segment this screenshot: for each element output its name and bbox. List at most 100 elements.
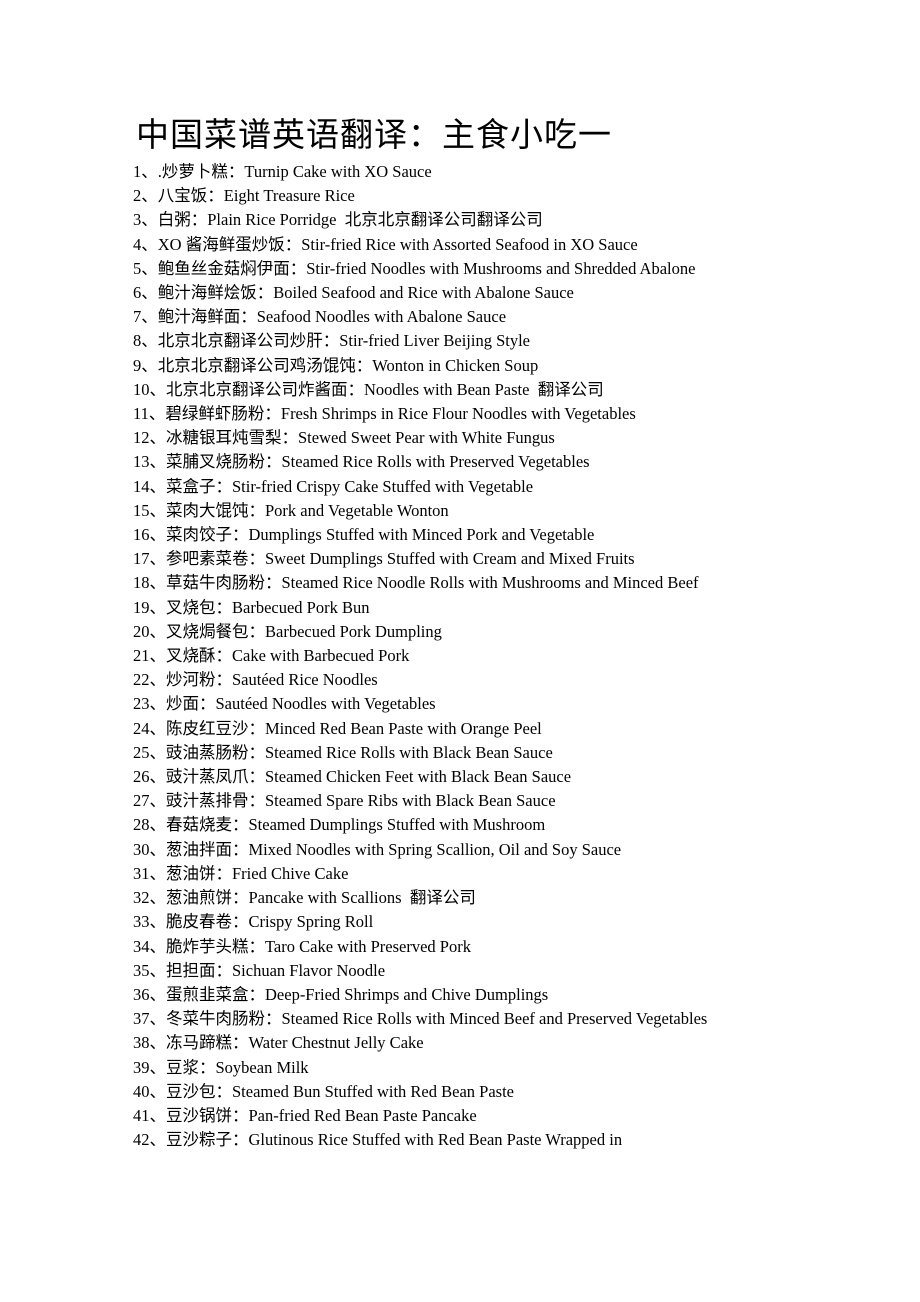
recipe-item-colon: ： [227, 162, 245, 181]
recipe-item-chinese-name: .炒萝卜糕 [157, 162, 228, 181]
recipe-list-item: 40、豆沙包：Steamed Bun Stuffed with Red Bean… [133, 1080, 753, 1104]
recipe-item-colon: ： [322, 331, 340, 351]
recipe-list-item: 41、豆沙锅饼：Pan-fried Red Bean Paste Pancake [133, 1104, 753, 1128]
recipe-item-chinese-name: 菜脯叉烧肠粉 [166, 452, 265, 472]
recipe-item-chinese-name: 碧绿鲜虾肠粉 [165, 404, 265, 424]
recipe-item-chinese-name: 叉烧酥 [166, 646, 216, 666]
recipe-item-index: 32 [133, 888, 150, 908]
recipe-item-separator: 、 [141, 307, 158, 327]
recipe-item-index: 2 [133, 186, 142, 206]
recipe-item-index: 8 [133, 331, 142, 351]
recipe-item-separator: 、 [149, 742, 167, 762]
recipe-item-colon: ： [232, 1130, 249, 1150]
recipe-item-colon: ： [264, 404, 281, 424]
recipe-item-chinese-name: 叉烧焗餐包 [166, 621, 249, 641]
recipe-item-separator: 、 [149, 670, 167, 690]
recipe-list-item: 12、冰糖银耳炖雪梨：Stewed Sweet Pear with White … [133, 426, 753, 450]
recipe-item-colon: ： [248, 767, 266, 787]
recipe-list-item: 6、鲍汁海鲜烩饭：Boiled Seafood and Rice with Ab… [133, 281, 753, 305]
recipe-item-chinese-name: 八宝饭 [157, 186, 208, 206]
recipe-item-colon: ： [265, 452, 282, 472]
recipe-item-index: 18 [133, 573, 150, 593]
recipe-item-separator: 、 [149, 960, 167, 980]
recipe-item-index: 27 [133, 791, 150, 811]
recipe-item-chinese-name: 草菇牛肉肠粉 [166, 573, 265, 593]
recipe-item-chinese-name: 菜肉大馄饨 [166, 500, 249, 520]
recipe-item-colon: ： [248, 621, 266, 641]
recipe-item-english-name: Steamed Chicken Feet with Black Bean Sau… [265, 767, 572, 787]
recipe-item-colon: ： [215, 597, 233, 617]
recipe-item-english-name: Sautéed Rice Noodles [232, 670, 378, 690]
recipe-item-colon: ： [248, 936, 266, 956]
recipe-item-chinese-name: 北京北京翻译公司炒肝 [157, 331, 323, 351]
recipe-item-colon: ： [248, 742, 266, 762]
recipe-item-index: 36 [133, 984, 150, 1004]
recipe-item-note: 翻译公司 [401, 888, 476, 908]
recipe-item-chinese-name: 叉烧包 [166, 597, 216, 617]
recipe-item-english-name: Seafood Noodles with Abalone Sauce [256, 307, 507, 327]
recipe-item-english-name: Steamed Spare Ribs with Black Bean Sauce [265, 791, 556, 811]
recipe-list-item: 18、草菇牛肉肠粉：Steamed Rice Noodle Rolls with… [133, 571, 753, 595]
recipe-item-separator: 、 [149, 984, 167, 1004]
recipe-item-colon: ： [289, 258, 307, 278]
recipe-list-item: 32、葱油煎饼：Pancake with Scallions 翻译公司 [133, 886, 753, 910]
recipe-item-english-name: Minced Red Bean Paste with Orange Peel [265, 718, 542, 738]
recipe-item-index: 19 [133, 597, 150, 617]
recipe-item-separator: 、 [149, 1057, 167, 1077]
recipe-item-index: 37 [133, 1009, 150, 1029]
recipe-item-chinese-name: 冻马蹄糕 [166, 1033, 232, 1053]
recipe-item-colon: ： [232, 839, 249, 859]
recipe-item-separator: 、 [149, 549, 167, 569]
recipe-item-english-name: Taro Cake with Preserved Pork [265, 936, 471, 956]
recipe-list-item: 1、.炒萝卜糕：Turnip Cake with XO Sauce [133, 160, 753, 184]
recipe-item-english-name: Steamed Rice Rolls with Black Bean Sauce [265, 742, 553, 762]
recipe-list-item: 17、参吧素菜卷：Sweet Dumplings Stuffed with Cr… [133, 547, 753, 571]
recipe-item-chinese-name: 豉油蒸肠粉 [166, 742, 249, 762]
recipe-item-english-name: Wonton in Chicken Soup [372, 355, 539, 375]
recipe-item-separator: 、 [149, 500, 167, 520]
recipe-item-chinese-name: 参吧素菜卷 [166, 549, 249, 569]
recipe-item-separator: 、 [149, 1130, 167, 1150]
recipe-item-index: 7 [133, 307, 142, 327]
recipe-item-colon: ： [232, 1105, 249, 1125]
recipe-item-chinese-name: 北京北京翻译公司炸酱面 [166, 379, 348, 399]
recipe-item-index: 38 [133, 1033, 150, 1053]
recipe-item-colon: ： [248, 500, 266, 520]
recipe-list-item: 23、炒面：Sautéed Noodles with Vegetables [133, 692, 753, 716]
recipe-item-english-name: Dumplings Stuffed with Minced Pork and V… [248, 525, 595, 545]
recipe-item-colon: ： [232, 912, 249, 932]
recipe-item-english-name: Stir-fried Rice with Assorted Seafood in… [301, 234, 638, 254]
recipe-item-colon: ： [215, 960, 233, 980]
recipe-item-index: 35 [133, 960, 150, 980]
recipe-item-index: 5 [133, 258, 142, 278]
recipe-item-english-name: Stir-fried Noodles with Mushrooms and Sh… [306, 258, 696, 278]
recipe-item-index: 40 [133, 1081, 150, 1101]
recipe-item-separator: 、 [149, 791, 167, 811]
recipe-list-item: 5、鲍鱼丝金菇焖伊面：Stir-fried Noodles with Mushr… [133, 257, 753, 281]
recipe-item-colon: ： [232, 1033, 249, 1053]
recipe-item-colon: ： [347, 379, 365, 399]
recipe-item-chinese-name: 白粥 [157, 210, 191, 230]
recipe-item-colon: ： [355, 355, 373, 375]
recipe-list-item: 30、葱油拌面：Mixed Noodles with Spring Scalli… [133, 838, 753, 862]
recipe-item-english-name: Stir-fried Crispy Cake Stuffed with Vege… [232, 476, 534, 496]
recipe-list-item: 39、豆浆：Soybean Milk [133, 1056, 753, 1080]
recipe-item-colon: ： [265, 573, 282, 593]
recipe-translation-list: 1、.炒萝卜糕：Turnip Cake with XO Sauce 2、八宝饭：E… [133, 160, 753, 1152]
recipe-item-english-name: Cake with Barbecued Pork [232, 646, 410, 666]
recipe-item-separator: 、 [149, 428, 167, 448]
recipe-item-separator: 、 [141, 355, 158, 375]
recipe-item-chinese-name: 鲍汁海鲜面 [157, 307, 241, 327]
recipe-item-index: 33 [133, 912, 150, 932]
recipe-item-chinese-name: 炒河粉 [166, 670, 216, 690]
recipe-item-chinese-name: 冬菜牛肉肠粉 [166, 1009, 265, 1029]
recipe-item-chinese-name: 鲍鱼丝金菇焖伊面 [157, 258, 290, 278]
recipe-item-colon: ： [248, 791, 266, 811]
recipe-list-item: 33、脆皮春卷：Crispy Spring Roll [133, 910, 753, 934]
recipe-item-chinese-name: 冰糖银耳炖雪梨 [166, 428, 282, 448]
recipe-item-index: 21 [133, 646, 150, 666]
recipe-item-chinese-name: 鲍汁海鲜烩饭 [157, 283, 257, 303]
recipe-item-colon: ： [199, 1057, 216, 1077]
recipe-item-english-name: Fresh Shrimps in Rice Flour Noodles with… [280, 404, 636, 424]
recipe-item-separator: 、 [149, 1081, 167, 1101]
